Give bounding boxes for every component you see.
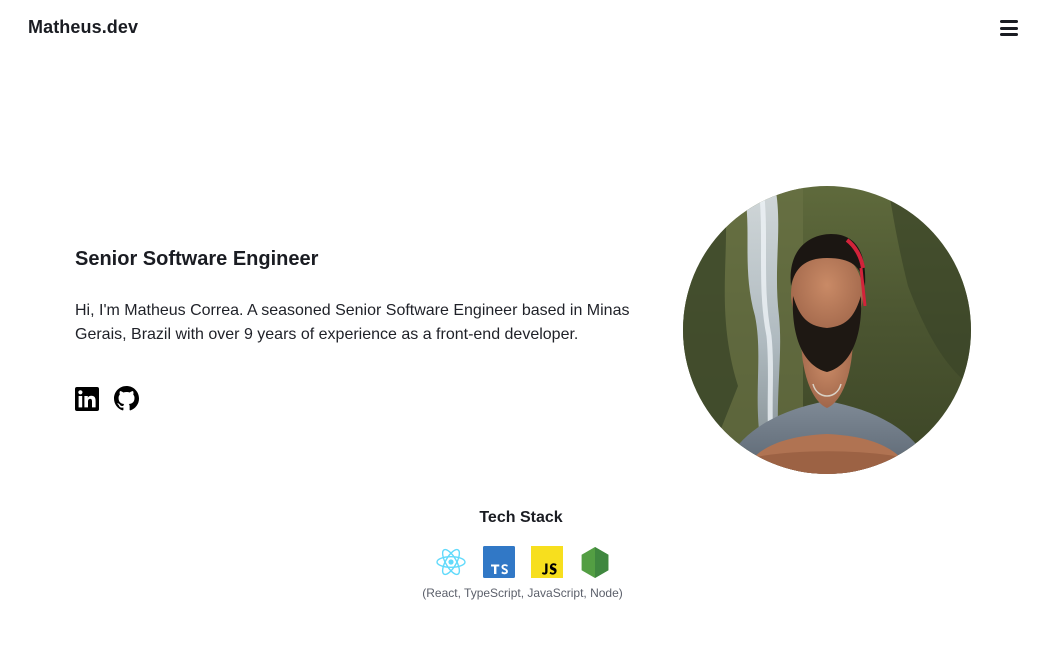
hamburger-menu-button[interactable] [1000, 20, 1018, 36]
hero-description: Hi, I'm Matheus Correa. A seasoned Senio… [75, 302, 630, 343]
javascript-icon [531, 546, 563, 578]
linkedin-link[interactable] [75, 387, 100, 412]
hamburger-menu-icon-bar [1000, 26, 1018, 30]
hero-title: Senior Software Engineer [75, 248, 319, 270]
typescript-icon [483, 546, 515, 578]
tech-stack-title: Tech Stack [479, 509, 563, 526]
hamburger-menu-icon-bar [1000, 33, 1018, 36]
github-icon [114, 386, 139, 411]
nodejs-icon [581, 547, 609, 578]
hamburger-menu-icon-bar [1000, 20, 1018, 23]
site-header: Matheus.dev [0, 0, 1042, 56]
profile-photo [683, 186, 971, 474]
tech-stack-icons [435, 546, 611, 578]
tech-stack-caption: (React, TypeScript, JavaScript, Node) [422, 586, 623, 600]
site-logo[interactable]: Matheus.dev [28, 17, 138, 38]
react-icon [436, 548, 466, 576]
linkedin-icon [75, 387, 99, 411]
github-link[interactable] [114, 386, 139, 411]
